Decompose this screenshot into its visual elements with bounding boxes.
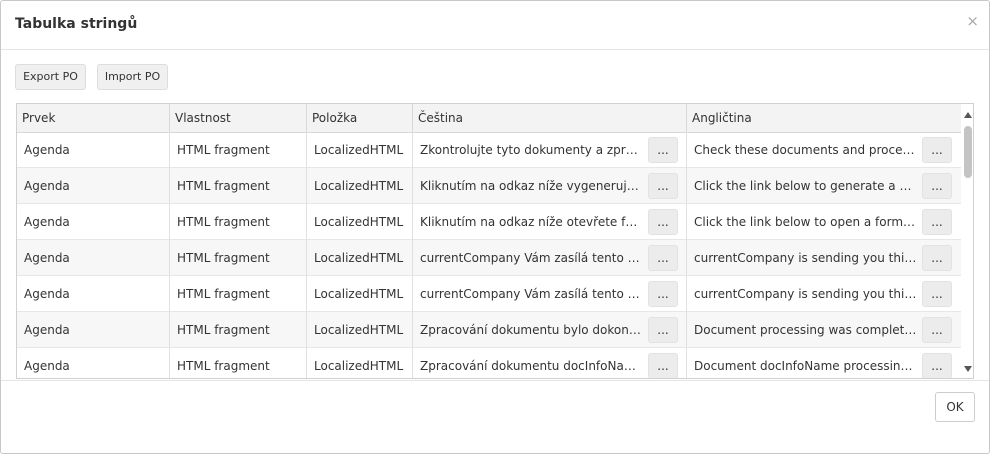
cell-cestina[interactable]: Kliknutím na odkaz níže otevřete formulá… xyxy=(413,204,687,240)
cell-polozka: LocalizedHTML xyxy=(307,132,413,168)
cell-cestina[interactable]: currentCompany Vám zasílá tento e-mail xyxy=(413,240,687,276)
edit-cestina-button[interactable]: ... xyxy=(648,245,678,271)
edit-cestina-button[interactable]: ... xyxy=(648,137,678,163)
cell-anglictina[interactable]: Click the link below to open a form wher… xyxy=(687,204,961,240)
table-row[interactable]: Agenda HTML fragment LocalizedHTML Zprac… xyxy=(17,348,961,378)
edit-anglictina-button[interactable]: ... xyxy=(922,209,952,235)
cell-prvek: Agenda xyxy=(17,276,170,312)
ok-button[interactable]: OK xyxy=(935,392,975,422)
table-row[interactable]: Agenda HTML fragment LocalizedHTML Klikn… xyxy=(17,204,961,240)
cell-anglictina[interactable]: Document docInfoName processing was xyxy=(687,348,961,378)
edit-cestina-button[interactable]: ... xyxy=(648,353,678,378)
column-header-polozka[interactable]: Položka xyxy=(307,104,413,132)
export-po-button[interactable]: Export PO xyxy=(15,64,86,90)
column-header-anglictina[interactable]: Angličtina xyxy=(687,104,961,132)
grid-header: Prvek Vlastnost Položka Čeština Angličti… xyxy=(17,104,961,133)
scroll-down-arrow-icon[interactable] xyxy=(964,366,972,372)
cell-prvek: Agenda xyxy=(17,348,170,378)
cell-cestina[interactable]: Zkontrolujte tyto dokumenty a zpracujte … xyxy=(413,132,687,168)
column-header-cestina[interactable]: Čeština xyxy=(413,104,687,132)
strings-grid: Prvek Vlastnost Položka Čeština Angličti… xyxy=(16,103,974,379)
import-po-button[interactable]: Import PO xyxy=(97,64,168,90)
table-row[interactable]: Agenda HTML fragment LocalizedHTML curre… xyxy=(17,240,961,276)
cell-anglictina[interactable]: Click the link below to generate a one-t… xyxy=(687,168,961,204)
edit-cestina-button[interactable]: ... xyxy=(648,281,678,307)
column-header-prvek[interactable]: Prvek xyxy=(17,104,170,132)
cell-cestina[interactable]: Zpracování dokumentu docInfoName bylo xyxy=(413,348,687,378)
cell-polozka: LocalizedHTML xyxy=(307,240,413,276)
edit-anglictina-button[interactable]: ... xyxy=(922,353,952,378)
table-row[interactable]: Agenda HTML fragment LocalizedHTML Zkont… xyxy=(17,132,961,168)
string-table-dialog: Tabulka stringů × Export PO Import PO Pr… xyxy=(0,0,990,454)
close-icon[interactable]: × xyxy=(966,13,979,29)
cell-vlastnost: HTML fragment xyxy=(170,132,307,168)
cell-anglictina[interactable]: currentCompany is sending you this email xyxy=(687,276,961,312)
table-row[interactable]: Agenda HTML fragment LocalizedHTML Zprac… xyxy=(17,312,961,348)
edit-anglictina-button[interactable]: ... xyxy=(922,245,952,271)
cell-anglictina[interactable]: Document processing was completed xyxy=(687,312,961,348)
table-row[interactable]: Agenda HTML fragment LocalizedHTML curre… xyxy=(17,276,961,312)
edit-anglictina-button[interactable]: ... xyxy=(922,281,952,307)
cell-prvek: Agenda xyxy=(17,312,170,348)
cell-anglictina[interactable]: currentCompany is sending you this email xyxy=(687,240,961,276)
cell-prvek: Agenda xyxy=(17,132,170,168)
edit-cestina-button[interactable]: ... xyxy=(648,317,678,343)
cell-polozka: LocalizedHTML xyxy=(307,168,413,204)
vertical-scrollbar[interactable] xyxy=(961,104,973,378)
scroll-up-arrow-icon[interactable] xyxy=(964,112,972,118)
cell-vlastnost: HTML fragment xyxy=(170,240,307,276)
cell-prvek: Agenda xyxy=(17,204,170,240)
edit-anglictina-button[interactable]: ... xyxy=(922,317,952,343)
cell-polozka: LocalizedHTML xyxy=(307,312,413,348)
column-header-vlastnost[interactable]: Vlastnost xyxy=(170,104,307,132)
edit-anglictina-button[interactable]: ... xyxy=(922,137,952,163)
cell-vlastnost: HTML fragment xyxy=(170,348,307,378)
cell-cestina[interactable]: Kliknutím na odkaz níže vygenerujete dok… xyxy=(413,168,687,204)
cell-vlastnost: HTML fragment xyxy=(170,204,307,240)
edit-cestina-button[interactable]: ... xyxy=(648,173,678,199)
dialog-footer xyxy=(1,380,989,453)
dialog-title: Tabulka stringů xyxy=(15,16,138,32)
cell-prvek: Agenda xyxy=(17,168,170,204)
cell-vlastnost: HTML fragment xyxy=(170,168,307,204)
scrollbar-thumb[interactable] xyxy=(964,126,972,178)
cell-anglictina[interactable]: Check these documents and process them xyxy=(687,132,961,168)
edit-anglictina-button[interactable]: ... xyxy=(922,173,952,199)
cell-cestina[interactable]: currentCompany Vám zasílá tento e-mail xyxy=(413,276,687,312)
edit-cestina-button[interactable]: ... xyxy=(648,209,678,235)
cell-vlastnost: HTML fragment xyxy=(170,276,307,312)
cell-polozka: LocalizedHTML xyxy=(307,204,413,240)
cell-prvek: Agenda xyxy=(17,240,170,276)
cell-vlastnost: HTML fragment xyxy=(170,312,307,348)
table-row[interactable]: Agenda HTML fragment LocalizedHTML Klikn… xyxy=(17,168,961,204)
cell-cestina[interactable]: Zpracování dokumentu bylo dokončeno xyxy=(413,312,687,348)
cell-polozka: LocalizedHTML xyxy=(307,348,413,378)
dialog-header: Tabulka stringů × xyxy=(1,1,989,50)
cell-polozka: LocalizedHTML xyxy=(307,276,413,312)
